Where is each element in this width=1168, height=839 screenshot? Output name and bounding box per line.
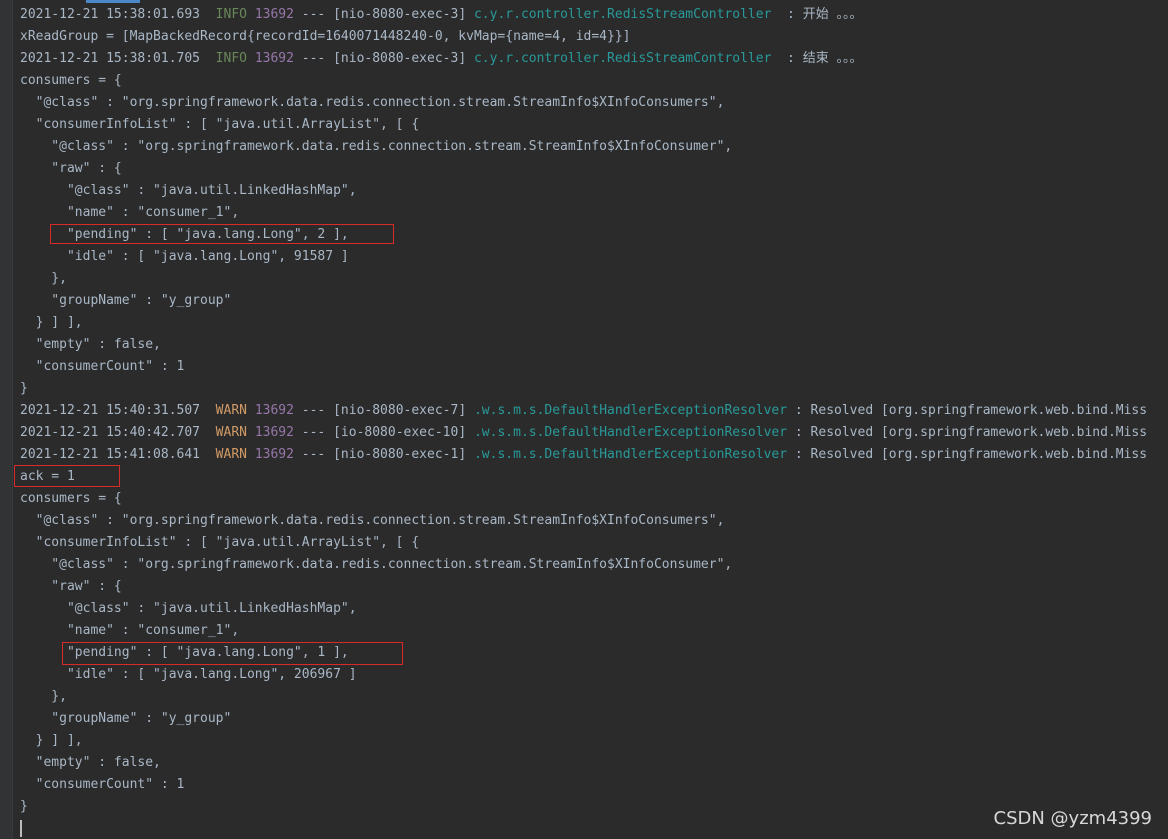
output-line: },	[20, 271, 67, 286]
log-thread: --- [io-8080-exec-10]	[301, 425, 467, 440]
log-logger: c.y.r.controller.RedisStreamController	[473, 51, 772, 66]
output-line: "raw" : {	[20, 579, 122, 594]
log-level: INFO	[215, 7, 247, 22]
output-line: "name" : "consumer_1",	[20, 205, 240, 220]
output-line: ack = 1	[20, 469, 75, 484]
output-line: }	[20, 381, 28, 396]
log-logger: c.y.r.controller.RedisStreamController	[473, 7, 772, 22]
log-pid: 13692	[254, 51, 294, 66]
log-timestamp: 2021-12-21 15:41:08.641	[20, 447, 201, 462]
output-line: "consumerInfoList" : [ "java.util.ArrayL…	[20, 535, 420, 550]
log-message: : 结束 。。。	[771, 51, 863, 66]
active-tab-indicator	[86, 0, 140, 3]
log-level: WARN	[215, 425, 247, 440]
output-line: },	[20, 689, 67, 704]
log-level: INFO	[215, 51, 247, 66]
log-message: : Resolved [org.springframework.web.bind…	[787, 425, 1148, 440]
log-thread: --- [nio-8080-exec-3]	[301, 7, 467, 22]
output-line: } ] ],	[20, 733, 83, 748]
text-caret	[20, 820, 22, 837]
output-line: "raw" : {	[20, 161, 122, 176]
output-line: consumers = {	[20, 73, 122, 88]
output-line: "@class" : "org.springframework.data.red…	[20, 513, 725, 528]
output-line: xReadGroup = [MapBackedRecord{recordId=1…	[20, 29, 631, 44]
log-level: WARN	[215, 403, 247, 418]
log-logger: .w.s.m.s.DefaultHandlerExceptionResolver	[473, 447, 788, 462]
output-line: consumers = {	[20, 491, 122, 506]
log-logger: .w.s.m.s.DefaultHandlerExceptionResolver	[473, 425, 788, 440]
log-thread: --- [nio-8080-exec-7]	[301, 403, 467, 418]
log-line: 2021-12-21 15:40:42.707 WARN 13692 --- […	[20, 422, 1147, 444]
log-message: : 开始 。。。	[771, 7, 863, 22]
log-pid: 13692	[254, 403, 294, 418]
output-line: "groupName" : "y_group"	[20, 293, 232, 308]
output-line: "consumerInfoList" : [ "java.util.ArrayL…	[20, 117, 420, 132]
log-timestamp: 2021-12-21 15:40:31.507	[20, 403, 201, 418]
output-line: "@class" : "org.springframework.data.red…	[20, 557, 733, 572]
output-line: "pending" : [ "java.lang.Long", 2 ],	[20, 227, 349, 242]
output-line: "consumerCount" : 1	[20, 777, 185, 792]
log-line: 2021-12-21 15:38:01.693 INFO 13692 --- […	[20, 4, 863, 26]
log-level: WARN	[215, 447, 247, 462]
log-line: 2021-12-21 15:38:01.705 INFO 13692 --- […	[20, 48, 863, 70]
output-line: }	[20, 799, 28, 814]
watermark: CSDN @yzm4399	[993, 808, 1152, 829]
output-line: "consumerCount" : 1	[20, 359, 185, 374]
log-timestamp: 2021-12-21 15:40:42.707	[20, 425, 201, 440]
log-line: 2021-12-21 15:41:08.641 WARN 13692 --- […	[20, 444, 1147, 466]
editor-gutter	[0, 0, 13, 839]
output-line: "@class" : "org.springframework.data.red…	[20, 95, 725, 110]
log-message: : Resolved [org.springframework.web.bind…	[787, 447, 1148, 462]
log-timestamp: 2021-12-21 15:38:01.705	[20, 51, 201, 66]
output-line: "empty" : false,	[20, 337, 161, 352]
output-line: "empty" : false,	[20, 755, 161, 770]
output-line: "pending" : [ "java.lang.Long", 1 ],	[20, 645, 349, 660]
output-line: "name" : "consumer_1",	[20, 623, 240, 638]
output-line: "groupName" : "y_group"	[20, 711, 232, 726]
log-pid: 13692	[254, 7, 294, 22]
output-line: "@class" : "java.util.LinkedHashMap",	[20, 183, 357, 198]
log-pid: 13692	[254, 447, 294, 462]
output-line: "@class" : "org.springframework.data.red…	[20, 139, 733, 154]
log-timestamp: 2021-12-21 15:38:01.693	[20, 7, 201, 22]
log-line: 2021-12-21 15:40:31.507 WARN 13692 --- […	[20, 400, 1147, 422]
console-output[interactable]: 2021-12-21 15:38:01.693 INFO 13692 --- […	[20, 4, 1168, 839]
output-line: "idle" : [ "java.lang.Long", 206967 ]	[20, 667, 357, 682]
log-logger: .w.s.m.s.DefaultHandlerExceptionResolver	[473, 403, 788, 418]
log-message: : Resolved [org.springframework.web.bind…	[787, 403, 1148, 418]
log-pid: 13692	[254, 425, 294, 440]
log-thread: --- [nio-8080-exec-1]	[301, 447, 467, 462]
output-line: "@class" : "java.util.LinkedHashMap",	[20, 601, 357, 616]
log-thread: --- [nio-8080-exec-3]	[301, 51, 467, 66]
output-line: } ] ],	[20, 315, 83, 330]
output-line: "idle" : [ "java.lang.Long", 91587 ]	[20, 249, 349, 264]
